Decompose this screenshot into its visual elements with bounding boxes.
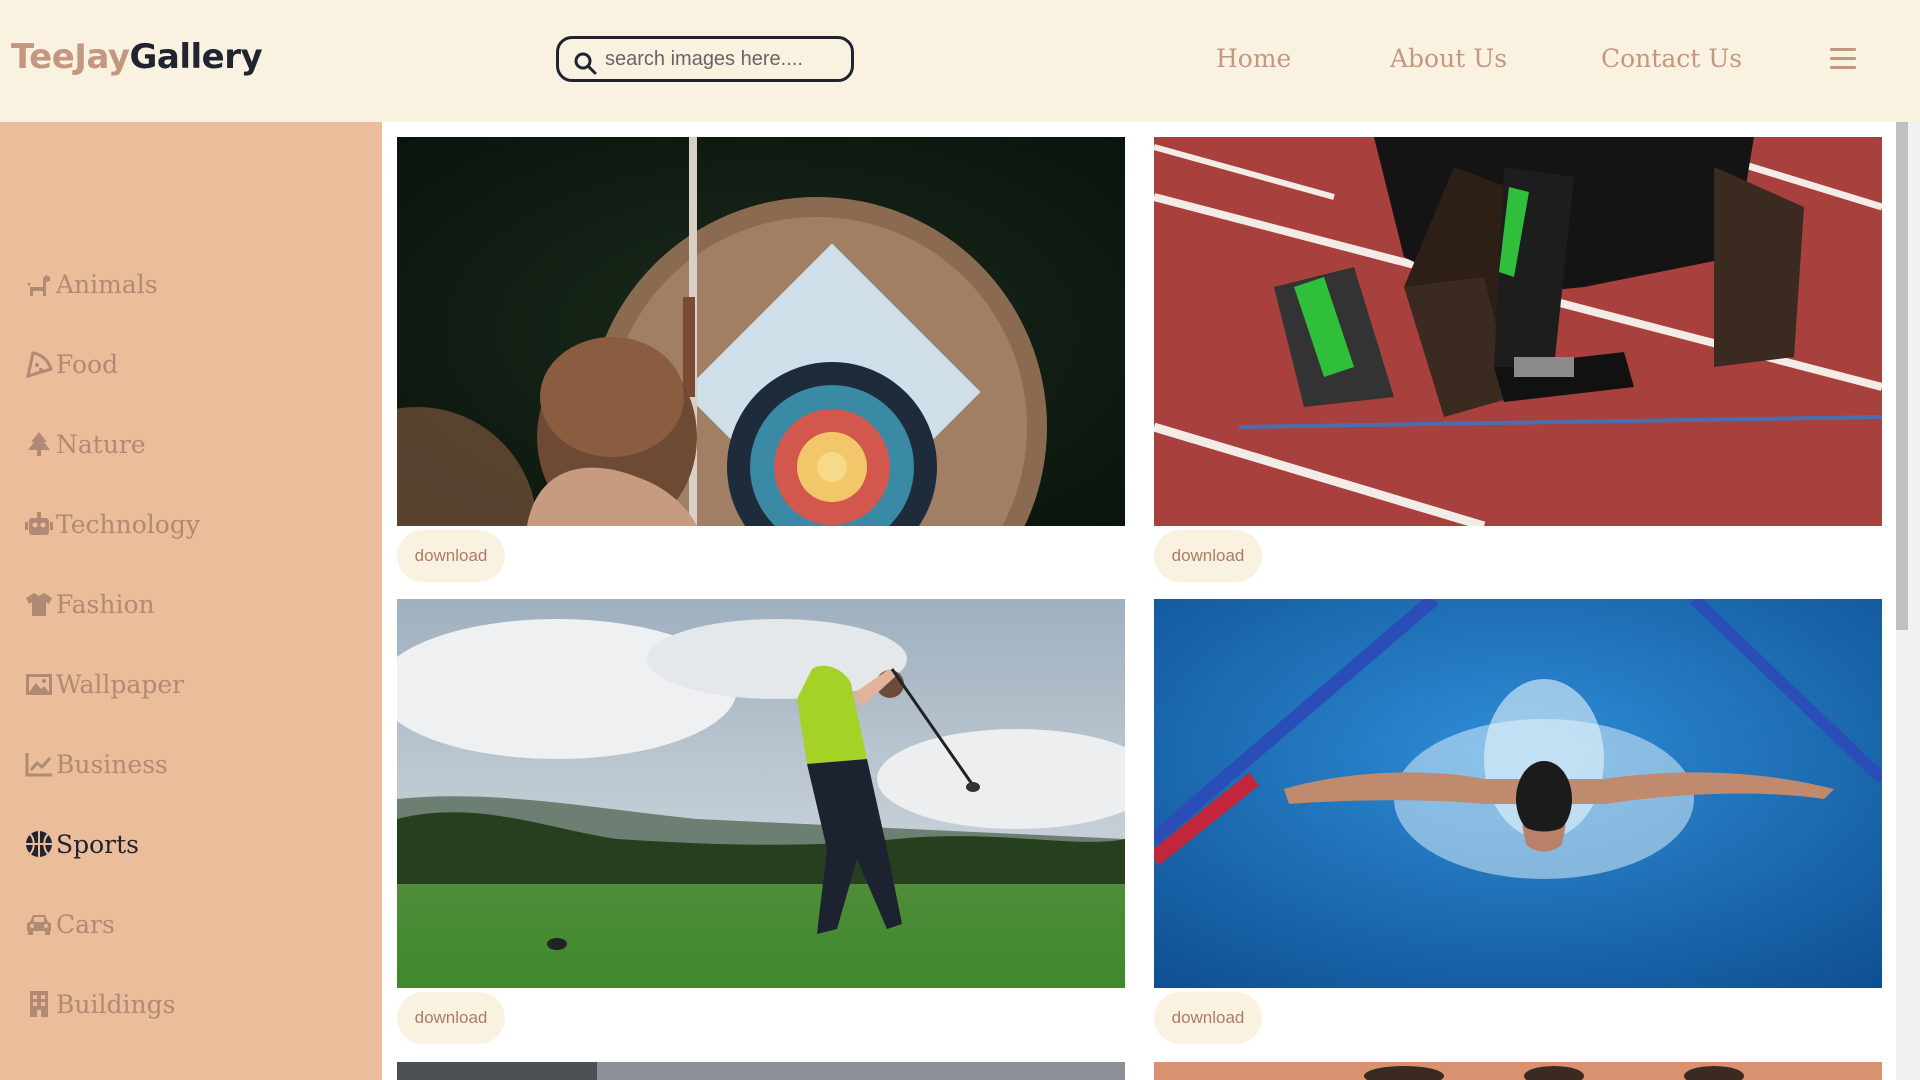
building-icon: [30, 991, 48, 1017]
sidebar-item-label: Fashion: [56, 589, 155, 619]
sidebar-item-label: Buildings: [56, 989, 176, 1019]
sidebar-item-label: Wallpaper: [56, 669, 185, 699]
gallery-image-golf[interactable]: [397, 599, 1125, 988]
site-logo[interactable]: TeeJayGallery: [11, 37, 263, 77]
scrollbar-thumb[interactable]: [1896, 122, 1908, 630]
gallery-image-swimming[interactable]: [1154, 599, 1882, 988]
page-scrollbar[interactable]: [1896, 122, 1920, 1080]
hamburger-menu-icon[interactable]: [1830, 48, 1856, 70]
basketball-icon: [26, 831, 52, 857]
gallery-image-sprint[interactable]: [1154, 137, 1882, 526]
sidebar-item-label: Technology: [56, 509, 200, 539]
sidebar-item-cars[interactable]: Cars: [24, 904, 115, 944]
gallery-card: download: [397, 137, 1125, 587]
gallery-image-partial[interactable]: [1154, 1062, 1882, 1080]
gallery-card: download: [1154, 599, 1882, 1049]
search-input[interactable]: [605, 45, 841, 73]
logo-part-2: Gallery: [129, 37, 263, 77]
nav-home-link[interactable]: Home: [1216, 44, 1291, 73]
car-icon: [27, 915, 51, 935]
sidebar-item-label: Sports: [56, 829, 140, 859]
sidebar-item-label: Food: [56, 349, 119, 379]
sidebar-item-buildings[interactable]: Buildings: [24, 984, 175, 1024]
chart-line-icon: [25, 753, 52, 777]
category-sidebar: Animals Food Nature Technology Fashion W…: [0, 122, 382, 1080]
image-gallery: download download download download: [382, 122, 1896, 1080]
sidebar-item-technology[interactable]: Technology: [24, 504, 200, 544]
download-button[interactable]: download: [1154, 992, 1262, 1044]
sidebar-item-wallpaper[interactable]: Wallpaper: [24, 664, 184, 704]
sidebar-item-nature[interactable]: Nature: [24, 424, 146, 464]
sidebar-item-business[interactable]: Business: [24, 744, 168, 784]
pizza-icon: [25, 351, 53, 379]
download-button[interactable]: download: [397, 992, 505, 1044]
sidebar-item-label: Business: [56, 749, 168, 779]
sidebar-item-animals[interactable]: Animals: [24, 264, 158, 304]
sidebar-item-sports[interactable]: Sports: [24, 824, 139, 864]
gallery-image-archery[interactable]: [397, 137, 1125, 526]
sidebar-item-food[interactable]: Food: [24, 344, 118, 384]
gallery-image-partial[interactable]: [397, 1062, 1125, 1080]
nav-about-link[interactable]: About Us: [1390, 44, 1507, 73]
shirt-icon: [26, 593, 52, 616]
search-icon[interactable]: [573, 51, 597, 75]
sidebar-item-fashion[interactable]: Fashion: [24, 584, 155, 624]
nav-contact-link[interactable]: Contact Us: [1601, 44, 1742, 73]
tree-icon: [28, 432, 50, 456]
gallery-card: download: [397, 599, 1125, 1049]
sidebar-item-label: Nature: [56, 429, 146, 459]
search-box: [556, 36, 854, 82]
robot-icon: [25, 512, 53, 535]
dog-icon: [27, 275, 50, 296]
sidebar-item-label: Animals: [56, 269, 158, 299]
download-button[interactable]: download: [397, 530, 505, 582]
logo-part-1: TeeJay: [11, 37, 130, 77]
top-bar: TeeJayGallery Home About Us Contact Us: [0, 0, 1920, 122]
sidebar-item-label: Cars: [56, 909, 115, 939]
gallery-card: download: [1154, 137, 1882, 587]
image-icon: [26, 674, 52, 695]
download-button[interactable]: download: [1154, 530, 1262, 582]
